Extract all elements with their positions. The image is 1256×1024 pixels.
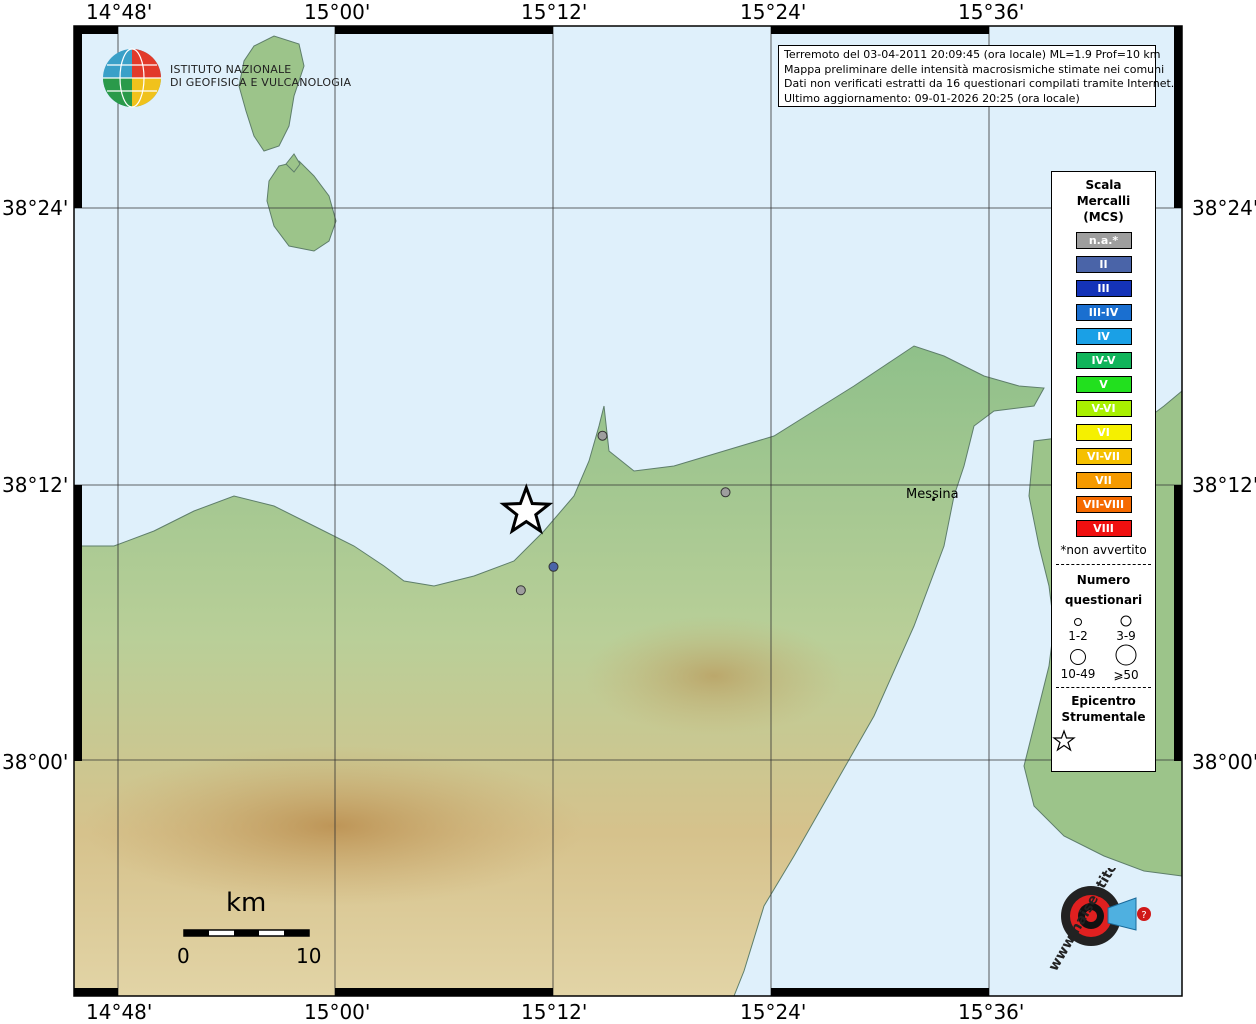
lat-label: 38°12' — [1192, 473, 1256, 497]
legend-title-line: Scala — [1085, 178, 1122, 192]
legend-swatch: IV — [1075, 328, 1132, 345]
legend-swatch: VIII — [1075, 520, 1132, 537]
count-title-line: questionari — [1064, 593, 1143, 607]
institute-name: ISTITUTO NAZIONALE DI GEOFISICA E VULCAN… — [170, 63, 351, 89]
haisentito-logo-icon: ? www.haisentitoilterremoto.it — [1046, 868, 1156, 974]
lat-label: 38°00' — [2, 750, 69, 774]
scale-start: 0 — [177, 944, 190, 968]
legend-swatch: VII-VIII — [1075, 496, 1132, 513]
observation-point[interactable] — [720, 487, 731, 498]
count-label: 10-49 — [1061, 667, 1096, 681]
svg-text:?: ? — [1141, 910, 1146, 921]
event-info-box: Terremoto del 03-04-2011 20:09:45 (ora l… — [778, 45, 1175, 107]
legend-swatch: VI-VII — [1075, 448, 1132, 465]
count-label: ⩾50 — [1113, 668, 1138, 682]
lat-label: 38°24' — [2, 196, 69, 220]
ingv-logo-icon — [103, 48, 161, 108]
scale-bar — [183, 929, 310, 937]
observations-layer — [499, 430, 731, 596]
lat-label: 38°00' — [1192, 750, 1256, 774]
map-area[interactable] — [74, 26, 1182, 996]
legend-swatch: III-IV — [1075, 304, 1132, 321]
legend-swatch: III — [1075, 280, 1132, 297]
scale-unit: km — [226, 888, 267, 918]
info-line: Mappa preliminare delle intensità macros… — [784, 62, 1165, 76]
legend-title-line: Mercalli — [1076, 194, 1131, 208]
legend-swatch: V-VI — [1075, 400, 1132, 417]
count-title-line: Numero — [1076, 573, 1131, 587]
city-marker — [932, 498, 935, 501]
lon-label: 15°36' — [958, 0, 1025, 24]
legend-title-line: (MCS) — [1083, 210, 1124, 224]
lon-label: 15°24' — [740, 1000, 807, 1024]
observation-point[interactable] — [548, 561, 559, 572]
legend-swatch: V — [1075, 376, 1132, 393]
observation-point[interactable] — [597, 430, 608, 441]
epi-title-line: Strumentale — [1061, 710, 1146, 724]
legend-title: Scala Mercalli (MCS) — [1052, 177, 1155, 225]
logo-line: ISTITUTO NAZIONALE — [170, 63, 292, 76]
lon-label: 14°48' — [86, 0, 153, 24]
legend-swatch: VI — [1075, 424, 1132, 441]
legend-separator — [1056, 687, 1151, 688]
epicenter-star-icon — [1052, 729, 1076, 752]
epicenter-star[interactable] — [499, 483, 554, 535]
legend-swatch: II — [1075, 256, 1132, 273]
count-label: 1-2 — [1068, 629, 1088, 643]
info-line: Terremoto del 03-04-2011 20:09:45 (ora l… — [784, 48, 1161, 61]
epi-title-line: Epicentro — [1071, 694, 1136, 708]
legend-note: *non avvertito — [1060, 543, 1147, 557]
legend-swatch: VII — [1075, 472, 1132, 489]
lon-label: 15°00' — [304, 0, 371, 24]
observation-point[interactable] — [515, 585, 526, 596]
lon-label: 15°12' — [521, 1000, 588, 1024]
lat-label: 38°12' — [2, 473, 69, 497]
lon-label: 15°36' — [958, 1000, 1025, 1024]
info-line: Dati non verificati estratti da 16 quest… — [784, 77, 1175, 90]
lon-label: 15°00' — [304, 1000, 371, 1024]
lon-label: 15°12' — [521, 0, 588, 24]
lon-label: 14°48' — [86, 1000, 153, 1024]
legend-swatch: IV-V — [1075, 352, 1132, 369]
scale-end: 10 — [296, 944, 322, 968]
lon-label: 15°24' — [740, 0, 807, 24]
legend-swatch: n.a.* — [1075, 232, 1132, 249]
mcs-legend: Scala Mercalli (MCS) n.a.* II III III-IV IV I… — [1051, 171, 1156, 772]
legend-classes: n.a.* II III III-IV IV IV-V V V-VI VI VI-VII VII VI… — [1052, 232, 1155, 537]
legend-separator — [1056, 564, 1151, 565]
logo-line: DI GEOFISICA E VULCANOLOGIA — [170, 76, 352, 89]
count-label: 3-9 — [1116, 629, 1136, 643]
info-line: Ultimo aggiornamento: 09-01-2026 20:25 (… — [784, 91, 1080, 105]
lat-label: 38°24' — [1192, 196, 1256, 220]
count-symbols: 1-2 3-9 10-49 ⩾50 — [1061, 615, 1139, 682]
